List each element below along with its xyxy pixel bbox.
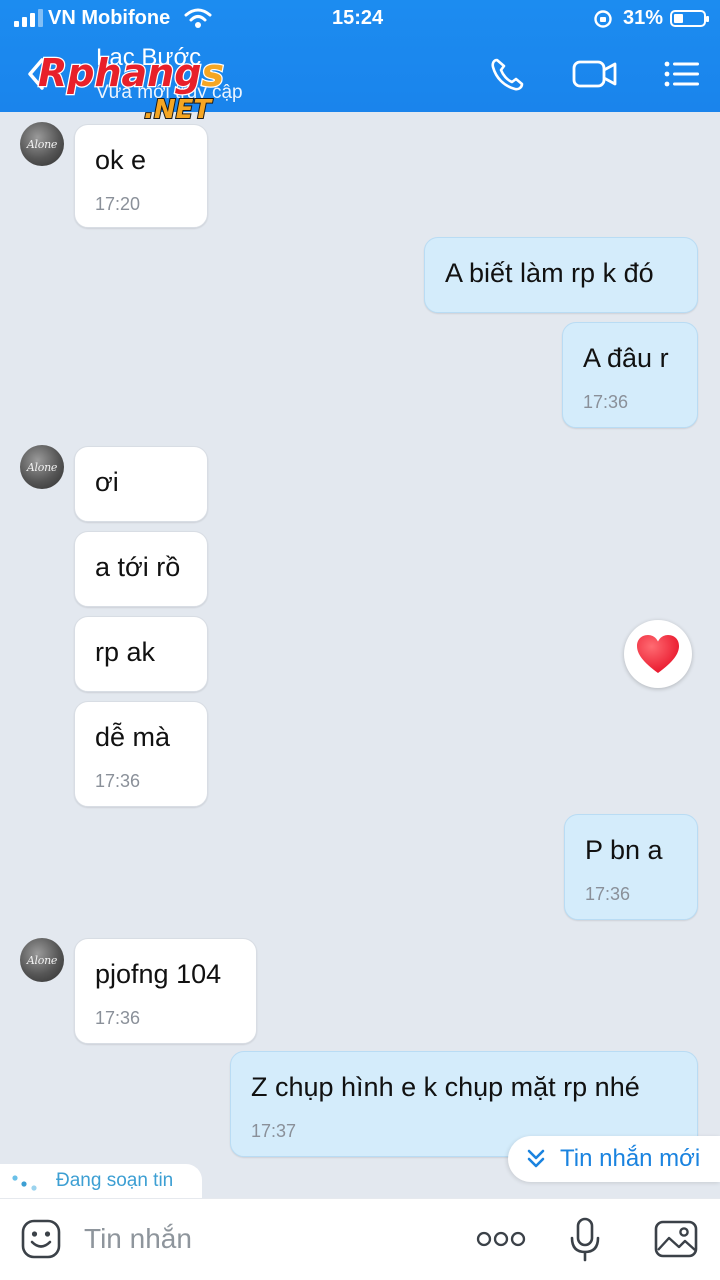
message-time: 17:37 (251, 1121, 297, 1141)
message-bubble-outgoing[interactable]: A đâu r 17:36 (562, 322, 698, 428)
message-text: A biết làm rp k đó (445, 258, 654, 288)
message-bubble-incoming[interactable]: rp ak (74, 616, 208, 692)
message-text: pjofng 104 (95, 959, 222, 989)
rotation-lock-icon (594, 10, 612, 28)
message-text: a tới rồ (95, 552, 181, 582)
message-text: rp ak (95, 637, 156, 667)
message-time: 17:36 (585, 884, 631, 904)
more-icon[interactable] (476, 1227, 526, 1251)
message-time: 17:36 (95, 1008, 141, 1028)
contact-avatar[interactable]: Alone (20, 122, 64, 166)
message-input[interactable]: Tin nhắn (84, 1223, 192, 1255)
gallery-icon[interactable] (654, 1219, 698, 1259)
chat-header: VN Mobifone 15:24 31% Lạc Bước Vừa mới t… (0, 0, 720, 124)
message-time: 17:36 (95, 771, 141, 791)
message-text: ok e (95, 145, 147, 175)
message-bubble-incoming[interactable]: ok e 17:20 (74, 124, 208, 228)
typing-indicator: Đang soạn tin (0, 1164, 202, 1198)
heart-icon (637, 635, 679, 673)
status-bar: VN Mobifone 15:24 31% (0, 0, 720, 36)
message-time: 17:20 (95, 194, 141, 214)
message-text: dễ mà (95, 722, 171, 752)
message-bubble-incoming[interactable]: dễ mà 17:36 (74, 701, 208, 807)
contact-avatar[interactable]: Alone (20, 938, 64, 982)
signal-icon (14, 9, 43, 27)
new-messages-button[interactable]: Tin nhắn mới (508, 1136, 720, 1182)
reaction-button[interactable] (624, 620, 692, 688)
message-bubble-incoming[interactable]: a tới rồ (74, 531, 208, 607)
contact-avatar[interactable]: Alone (20, 445, 64, 489)
emoji-icon[interactable] (20, 1218, 62, 1260)
message-bubble-incoming[interactable]: ơi (74, 446, 208, 522)
microphone-icon[interactable] (568, 1217, 602, 1263)
chevron-double-down-icon (527, 1149, 545, 1168)
svg-text:Rphangs: Rphangs (38, 51, 224, 95)
phone-icon[interactable] (488, 56, 528, 92)
battery-level (674, 14, 683, 23)
message-text: ơi (95, 467, 119, 497)
menu-icon[interactable] (662, 56, 702, 92)
message-text: P bn a (585, 835, 663, 865)
carrier-name: VN Mobifone (48, 7, 171, 29)
message-bubble-outgoing[interactable]: P bn a 17:36 (564, 814, 698, 920)
battery-percent: 31% (623, 7, 664, 29)
message-time: 17:36 (583, 392, 629, 412)
wifi-icon (184, 8, 212, 28)
clock: 15:24 (332, 7, 384, 29)
typing-dots-icon (12, 1175, 37, 1191)
message-bubble-incoming[interactable]: pjofng 104 17:36 (74, 938, 257, 1044)
video-call-icon[interactable] (572, 56, 618, 92)
new-messages-label: Tin nhắn mới (560, 1145, 701, 1172)
message-text: A đâu r (583, 343, 669, 373)
message-text: Z chụp hình e k chụp mặt rp nhé (251, 1072, 640, 1102)
typing-label: Đang soạn tin (56, 1170, 174, 1191)
message-bubble-outgoing[interactable]: A biết làm rp k đó (424, 237, 698, 313)
battery-icon (670, 10, 709, 27)
message-list[interactable]: Alone Alone Alone ok e 17:20 A biết làm … (0, 112, 720, 1198)
message-input-bar: Tin nhắn (0, 1198, 720, 1280)
